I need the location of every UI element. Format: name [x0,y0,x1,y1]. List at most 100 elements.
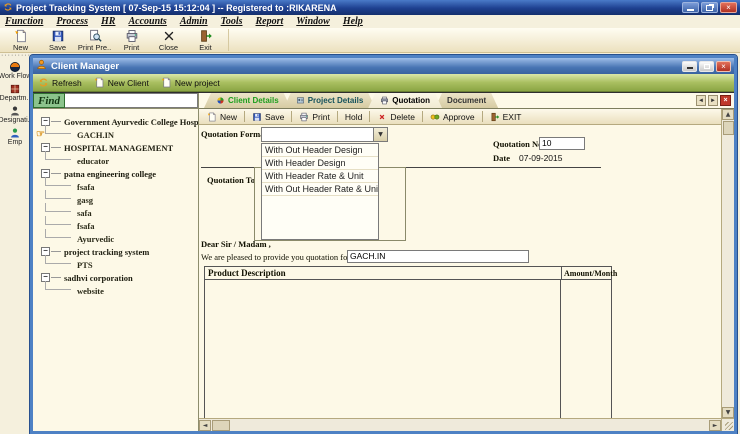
quotation-format-dropdown: With Out Header DesignWith Header Design… [261,143,379,240]
tab-document[interactable]: Document [435,93,498,108]
quotation-print-button[interactable]: Print [294,110,334,124]
product-table: Product Description Amount/Month [204,266,612,418]
tree-leaf-gach-in[interactable]: ☞GACH.IN [33,128,198,141]
rail-item-designati[interactable]: Designati.. [0,105,30,124]
tree-node-label: sadhvi corporation [64,273,133,283]
tree-leaf-label: safa [77,208,92,218]
quotation-approve-button[interactable]: Approve [425,110,480,124]
quotation-exit-button[interactable]: EXIT [485,110,527,124]
mdi-close-button[interactable]: × [716,61,731,72]
find-input[interactable] [65,93,198,108]
menu-function[interactable]: Function [5,16,43,27]
exit-icon [199,29,213,43]
dropdown-option-with-out-header-rate-unit[interactable]: With Out Header Rate & Unit [262,183,378,196]
department-icon [9,83,21,95]
scroll-down-arrow[interactable]: ▼ [722,407,734,418]
toolbar-print-pre-button[interactable]: Print Pre.. [76,28,113,52]
button-label: Hold [345,112,362,122]
rail-label: Departm.. [0,95,30,102]
quotation-format-select[interactable]: ▼ [261,127,388,142]
quotation-form: Quotation Format ▼ With Out Header Desig… [199,125,721,418]
tree-leaf-label: GACH.IN [77,130,114,140]
quotation-no-input[interactable]: 10 [539,137,585,150]
menu-help[interactable]: Help [343,16,363,27]
print-preview-icon [88,29,102,43]
tab-project-details[interactable]: Project Details [284,93,376,108]
designation-icon [9,105,21,117]
client-manager-title: Client Manager [51,61,678,72]
tab-label: Quotation [392,96,430,105]
scroll-right-arrow[interactable]: ► [709,420,721,431]
dropdown-option-with-header-rate-unit[interactable]: With Header Rate & Unit [262,170,378,183]
new-client-button[interactable]: New Client [94,77,149,88]
restore-button[interactable] [701,2,718,13]
salutation: Dear Sir / Madam , [201,239,271,249]
toolbar-new-button[interactable]: New [2,28,39,52]
scroll-up-arrow[interactable]: ▲ [722,109,734,120]
tree-leaf-ayurvedic[interactable]: Ayurvedic [33,232,198,245]
scroll-left-arrow[interactable]: ◄ [199,420,211,431]
tab-label: Project Details [308,96,364,105]
client-tree: −Government Ayurvedic College Hospital☞G… [33,109,198,431]
quotation-save-button[interactable]: Save [247,110,289,124]
menubar: Function Process HR Accounts Admin Tools Repor… [0,15,740,28]
rail-item-work-flow[interactable]: Work Flow [0,61,30,80]
toolbar-label: Print [124,43,139,52]
menu-hr[interactable]: HR [101,16,115,27]
vertical-scroll-thumb[interactable] [723,121,734,135]
menu-process[interactable]: Process [56,16,88,27]
tab-scroll-left[interactable]: ◄ [696,95,706,106]
rail-item-emp[interactable]: Emp [0,127,30,146]
tree-leaf-label: fsafa [77,221,94,231]
tab-close-button[interactable]: × [720,95,731,106]
button-label: Delete [390,112,415,122]
new-doc-icon [94,77,105,88]
tree-leaf-educator[interactable]: educator [33,154,198,167]
new-project-button[interactable]: New project [161,77,220,88]
quotation-hold-button[interactable]: Hold [340,110,367,124]
toolbar-label: Print Pre.. [78,43,111,52]
quotation-new-button[interactable]: New [202,110,242,124]
tab-quotation[interactable]: Quotation [368,93,442,108]
tree-node-label: HOSPITAL MANAGEMENT [64,143,173,153]
tree-leaf-label: gasg [77,195,93,205]
toolbar-print-button[interactable]: Print [113,28,150,52]
toolbar-close-button[interactable]: Close [150,28,187,52]
date-label: Date [493,153,510,163]
quotation-for-input[interactable]: GACH.IN [347,250,529,263]
dropdown-option-with-out-header-design[interactable]: With Out Header Design [262,144,378,157]
tab-scroll-right[interactable]: ► [708,95,718,106]
horizontal-scroll-thumb[interactable] [212,420,230,431]
toolbar-save-button[interactable]: Save [39,28,76,52]
close-button[interactable]: × [720,2,737,13]
toolbar-exit-button[interactable]: Exit [187,28,224,52]
button-label: EXIT [503,112,522,122]
tree-line [51,173,61,174]
button-label: New [220,112,237,122]
mdi-minimize-button[interactable] [682,61,697,72]
resize-grip[interactable] [722,418,734,431]
refresh-button[interactable]: Refresh [38,77,82,88]
product-table-body[interactable] [205,280,611,418]
minimize-button[interactable] [682,2,699,13]
dropdown-option-with-header-design[interactable]: With Header Design [262,157,378,170]
print-icon [125,29,139,43]
tree-leaf-website[interactable]: website [33,284,198,297]
quotation-delete-button[interactable]: Delete [372,110,420,124]
pleased-text: We are pleased to provide you quotation … [201,252,350,262]
tree-line [45,190,71,199]
menu-admin[interactable]: Admin [180,16,208,27]
combo-dropdown-icon[interactable]: ▼ [373,128,387,141]
find-label: Find [33,93,65,108]
menu-report[interactable]: Report [256,16,284,27]
mdi-restore-button[interactable] [699,61,714,72]
tree-line [45,281,71,290]
rail-item-departm[interactable]: Departm.. [0,83,30,102]
tree-leaf-pts[interactable]: PTS [33,258,198,271]
rail-drag-handle[interactable]: ·········· [0,53,30,58]
menu-accounts[interactable]: Accounts [128,16,166,27]
tab-client-details[interactable]: Client Details [204,93,291,108]
menu-tools[interactable]: Tools [221,16,243,27]
menu-window[interactable]: Window [296,16,330,27]
person-orange-icon [36,59,47,70]
